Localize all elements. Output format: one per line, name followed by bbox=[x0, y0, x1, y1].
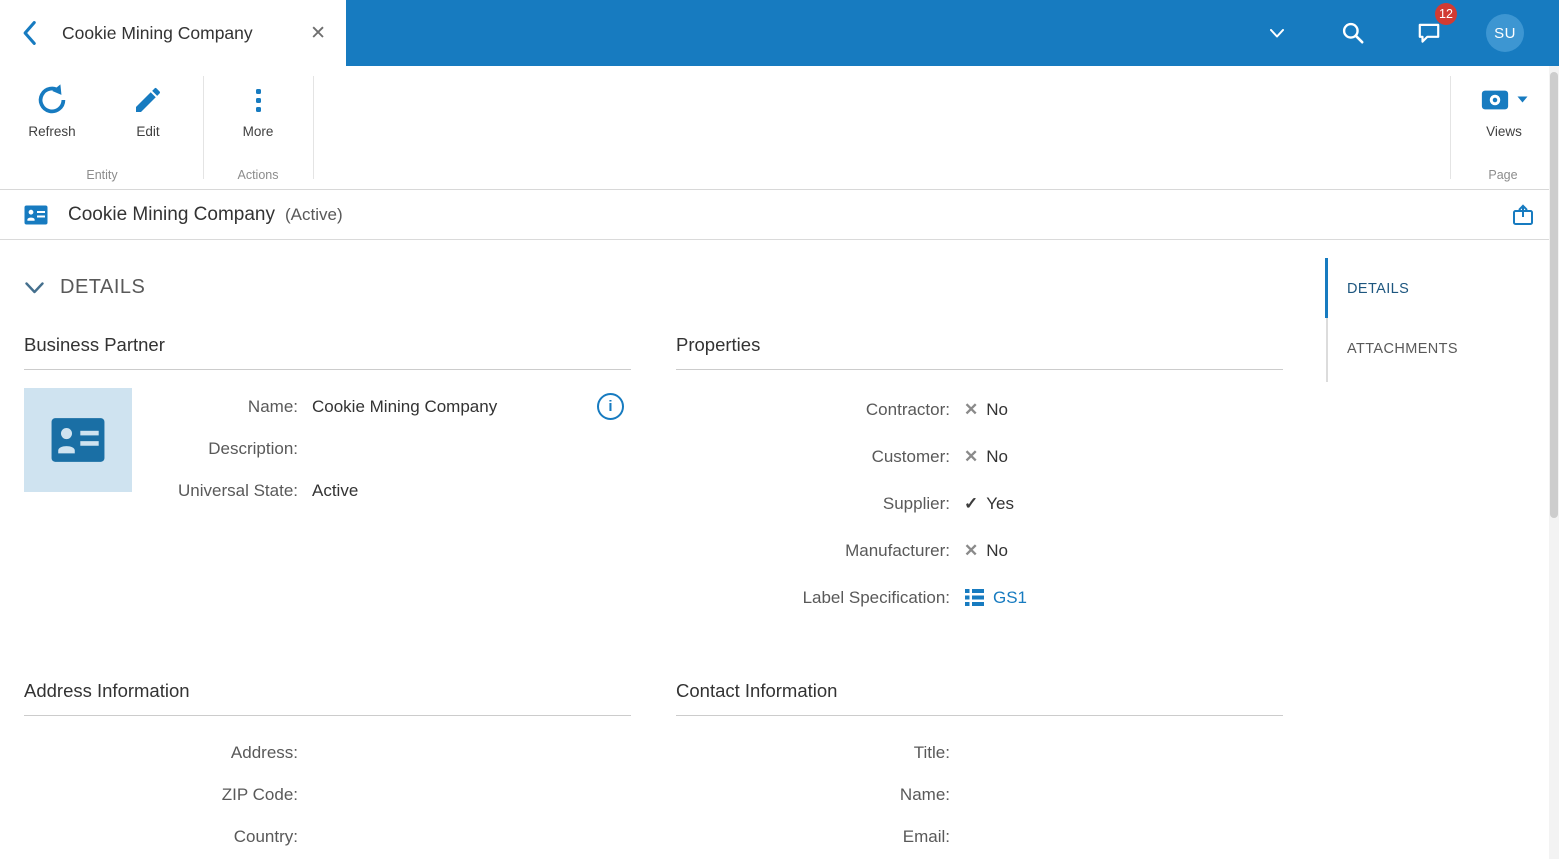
open-external-button[interactable] bbox=[1511, 203, 1535, 226]
field-row-name: Name: bbox=[676, 774, 1283, 816]
record-title: Cookie Mining Company bbox=[68, 203, 275, 225]
address-fields: Address: ZIP Code: Country: bbox=[24, 732, 631, 858]
x-icon: ✕ bbox=[964, 399, 979, 419]
field-row-customer: Customer: ✕ No bbox=[676, 433, 1283, 480]
business-partner-section: Business Partner Name: Cookie Mining Com… bbox=[24, 334, 631, 512]
address-information-heading: Address Information bbox=[24, 680, 631, 716]
field-row-manufacturer: Manufacturer: ✕ No bbox=[676, 527, 1283, 574]
side-nav-item-details[interactable]: DETAILS bbox=[1347, 281, 1409, 297]
user-menu-button[interactable]: SU bbox=[1467, 0, 1543, 66]
views-button[interactable]: Views bbox=[1461, 78, 1547, 139]
field-value: Cookie Mining Company bbox=[312, 397, 498, 416]
field-row-country: Country: bbox=[24, 816, 631, 858]
properties-fields: Contractor: ✕ No Customer: ✕ No Supplier… bbox=[676, 386, 1283, 621]
field-label: Email: bbox=[902, 827, 950, 846]
ribbon-divider bbox=[313, 76, 314, 179]
field-label: Name: bbox=[899, 785, 950, 804]
topbar-dropdown-button[interactable] bbox=[1239, 0, 1315, 66]
top-blue-bar: 12 SU bbox=[346, 0, 1559, 66]
field-row-supplier: Supplier: ✓ Yes bbox=[676, 480, 1283, 527]
export-icon bbox=[1513, 203, 1533, 225]
x-icon: ✕ bbox=[964, 446, 979, 466]
contact-card-icon bbox=[24, 205, 48, 224]
tab-close-button[interactable]: ✕ bbox=[304, 20, 332, 47]
field-label: Supplier: bbox=[882, 493, 950, 513]
search-icon bbox=[1342, 22, 1364, 44]
field-label: Country: bbox=[233, 827, 298, 846]
field-label: Contractor: bbox=[865, 399, 950, 419]
field-label: Label Specification: bbox=[802, 587, 950, 607]
contact-card-icon bbox=[51, 418, 105, 462]
edit-label: Edit bbox=[136, 124, 160, 139]
field-label: Address: bbox=[230, 743, 298, 762]
field-label: Manufacturer: bbox=[845, 540, 950, 560]
info-icon[interactable]: i bbox=[597, 393, 624, 420]
x-icon: ✕ bbox=[964, 540, 979, 560]
notification-badge: 12 bbox=[1435, 3, 1457, 25]
side-nav-item-attachments[interactable]: ATTACHMENTS bbox=[1347, 341, 1458, 357]
scrollbar-track[interactable] bbox=[1549, 66, 1559, 859]
ellipsis-vertical-icon bbox=[255, 78, 261, 122]
ribbon-divider bbox=[203, 76, 204, 179]
chevron-down-icon bbox=[1517, 96, 1528, 103]
refresh-button[interactable]: Refresh bbox=[12, 78, 92, 139]
tab-title: Cookie Mining Company bbox=[62, 22, 253, 43]
top-bar: Cookie Mining Company ✕ 12 SU bbox=[0, 0, 1559, 66]
more-button[interactable]: More bbox=[218, 78, 298, 139]
section-title: DETAILS bbox=[60, 276, 146, 298]
record-title-bar: Cookie Mining Company (Active) bbox=[0, 190, 1559, 240]
field-value: Yes bbox=[986, 493, 1014, 513]
chevron-down-icon bbox=[25, 281, 44, 293]
field-value: No bbox=[986, 540, 1008, 560]
properties-heading: Properties bbox=[676, 334, 1283, 370]
field-row-address: Address: bbox=[24, 732, 631, 774]
field-row-title: Title: bbox=[676, 732, 1283, 774]
field-value: No bbox=[986, 399, 1008, 419]
field-label: Customer: bbox=[871, 446, 950, 466]
record-status: (Active) bbox=[285, 204, 343, 224]
more-label: More bbox=[242, 124, 274, 139]
side-nav-active-indicator bbox=[1325, 258, 1328, 318]
search-button[interactable] bbox=[1315, 0, 1391, 66]
field-row-email: Email: bbox=[676, 816, 1283, 858]
field-row-label-specification: Label Specification: GS1 bbox=[676, 574, 1283, 621]
chevron-down-icon bbox=[1270, 28, 1284, 37]
field-label: ZIP Code: bbox=[221, 785, 298, 804]
business-partner-heading: Business Partner bbox=[24, 334, 631, 370]
refresh-label: Refresh bbox=[28, 124, 76, 139]
chat-icon bbox=[1418, 23, 1440, 43]
chevron-left-icon bbox=[23, 21, 36, 45]
avatar: SU bbox=[1486, 14, 1524, 52]
field-value: Active bbox=[312, 481, 359, 500]
contact-fields: Title: Name: Email: bbox=[676, 732, 1283, 858]
field-label: Title: bbox=[913, 743, 950, 762]
list-icon bbox=[965, 589, 984, 606]
field-row-contractor: Contractor: ✕ No bbox=[676, 386, 1283, 433]
address-information-section: Address Information Address: ZIP Code: C… bbox=[24, 680, 631, 858]
refresh-icon bbox=[34, 78, 70, 122]
app-window: Cookie Mining Company ✕ 12 SU Refresh Ed… bbox=[0, 0, 1559, 859]
field-row-zip-code: ZIP Code: bbox=[24, 774, 631, 816]
ribbon-group-entity: Entity bbox=[86, 168, 118, 182]
scrollbar-thumb[interactable] bbox=[1550, 72, 1558, 518]
ribbon-group-page: Page bbox=[1488, 168, 1518, 182]
contact-information-heading: Contact Information bbox=[676, 680, 1283, 716]
check-icon: ✓ bbox=[964, 493, 979, 513]
ribbon-group-actions: Actions bbox=[237, 168, 279, 182]
edit-button[interactable]: Edit bbox=[108, 78, 188, 139]
ribbon-divider bbox=[1450, 76, 1451, 179]
field-value: No bbox=[986, 446, 1008, 466]
tab-area: Cookie Mining Company ✕ bbox=[0, 0, 346, 66]
label-specification-link[interactable]: GS1 bbox=[993, 588, 1027, 608]
views-label: Views bbox=[1486, 124, 1522, 139]
contact-information-section: Contact Information Title: Name: Email: bbox=[676, 680, 1283, 858]
back-button[interactable] bbox=[16, 18, 42, 48]
pencil-icon bbox=[132, 78, 164, 122]
business-partner-image[interactable] bbox=[24, 388, 132, 492]
views-icon bbox=[1481, 90, 1509, 110]
ribbon-toolbar: Refresh Edit More Views Entity Actions P… bbox=[0, 66, 1559, 190]
details-section-toggle[interactable]: DETAILS bbox=[25, 276, 145, 299]
properties-section: Properties Contractor: ✕ No Customer: ✕ … bbox=[676, 334, 1283, 621]
messages-button[interactable]: 12 bbox=[1391, 0, 1467, 66]
